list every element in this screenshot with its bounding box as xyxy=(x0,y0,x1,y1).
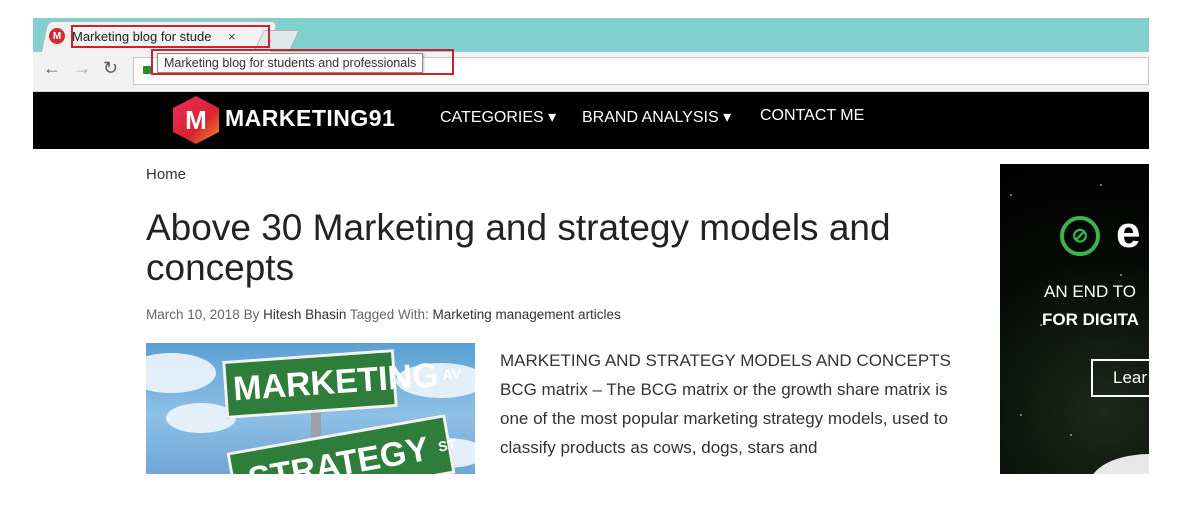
site-logo-text[interactable]: MARKETING91 xyxy=(225,105,395,132)
ad-learn-button[interactable]: Lear xyxy=(1091,359,1149,397)
ad-brand-icon: ⊘ xyxy=(1060,216,1100,256)
site-logo-icon[interactable]: M xyxy=(173,96,219,144)
star-dot xyxy=(1100,184,1102,186)
cloud-shape xyxy=(146,353,216,393)
site-favicon-icon: M xyxy=(49,28,65,44)
ad-headline-1: AN END TO xyxy=(1044,282,1136,301)
article-author-link[interactable]: Hitesh Bhasin xyxy=(263,307,346,322)
secure-lock-icon xyxy=(143,66,151,74)
article-title: Above 30 Marketing and strategy models a… xyxy=(146,207,891,288)
article-tag-link[interactable]: Marketing management articles xyxy=(432,307,620,322)
tab-highlight-box xyxy=(71,25,270,48)
browser-window: M Marketing blog for stude × ← → ↻ Marke… xyxy=(33,18,1149,474)
street-sign-marketing: MARKETING AV xyxy=(222,349,462,419)
ad-brand-letter: e xyxy=(1116,208,1141,257)
article-meta: March 10, 2018 By Hitesh Bhasin Tagged W… xyxy=(146,307,621,322)
sign-st-text: ST xyxy=(436,435,458,455)
article-date: March 10, 2018 xyxy=(146,307,240,322)
sidebar-advertisement[interactable]: ⊘ e AN END TO FOR DIGITA Lear xyxy=(1000,164,1149,474)
article-tagged-label: Tagged With: xyxy=(349,307,429,322)
tab-strip: M Marketing blog for stude × xyxy=(33,18,1149,52)
sign-av-text: AV xyxy=(442,365,462,383)
article-excerpt: MARKETING AND STRATEGY MODELS AND CONCEP… xyxy=(500,351,951,457)
site-header: M MARKETING91 CATEGORIES ▾ BRAND ANALYSI… xyxy=(33,92,1149,149)
nav-categories[interactable]: CATEGORIES ▾ xyxy=(440,107,556,127)
nav-brand-analysis[interactable]: BRAND ANALYSIS ▾ xyxy=(582,107,731,127)
reload-icon[interactable]: ↻ xyxy=(103,58,118,79)
sign-marketing-text: MARKETING xyxy=(231,356,440,409)
back-arrow-icon[interactable]: ← xyxy=(43,58,61,79)
star-dot xyxy=(1070,434,1072,436)
sign-strategy-text: STRATEGY xyxy=(245,429,432,474)
star-dot xyxy=(1120,274,1122,276)
breadcrumb-home[interactable]: Home xyxy=(146,166,186,183)
tooltip-highlight-box xyxy=(151,49,454,75)
street-sign-strategy: STRATEGY ST xyxy=(226,414,458,474)
star-dot xyxy=(1020,414,1022,416)
star-dot xyxy=(1010,194,1012,196)
ad-glow-shape xyxy=(1090,454,1149,474)
article-featured-image[interactable]: MARKETING AV STRATEGY ST xyxy=(146,343,475,474)
article-by: By xyxy=(243,307,260,322)
nav-contact-me[interactable]: CONTACT ME xyxy=(760,107,864,125)
ad-headline-2: FOR DIGITA xyxy=(1042,310,1139,329)
forward-arrow-icon[interactable]: → xyxy=(73,58,91,79)
